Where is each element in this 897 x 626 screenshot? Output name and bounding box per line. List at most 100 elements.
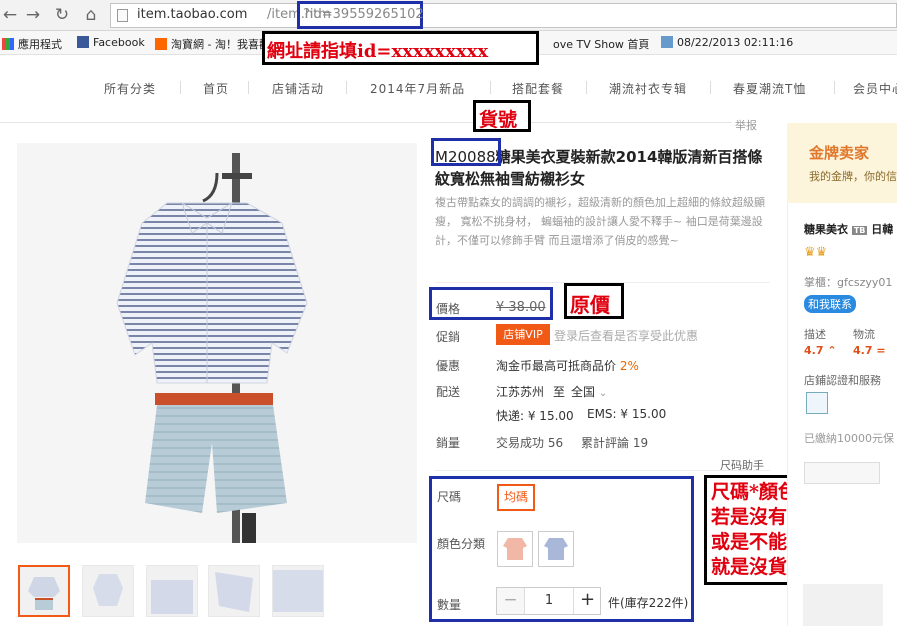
thumb-photo <box>215 572 253 612</box>
size-option-one-size[interactable]: 均碼 <box>497 484 535 511</box>
thumbnail-1[interactable] <box>18 565 70 617</box>
category-nav: 所有分类 首页 店铺活动 2014年7月新品 搭配套餐 潮流衬衣专辑 春夏潮流T… <box>0 72 897 102</box>
stock-count: 件(庫存222件) <box>608 596 689 610</box>
promo-label: 促銷 <box>436 330 461 344</box>
certificate-icon[interactable] <box>806 392 828 414</box>
shop-button[interactable] <box>804 462 880 484</box>
thumbnail-2[interactable] <box>82 565 134 617</box>
sales-count: 交易成功 56 <box>496 436 564 450</box>
arrow-right-icon[interactable]: → <box>23 5 43 25</box>
quantity-input[interactable]: 1 <box>525 588 573 614</box>
mail-icon <box>661 36 673 48</box>
bookmark-apps[interactable]: 應用程式 <box>2 36 62 52</box>
divider <box>435 470 770 471</box>
color-option-blue[interactable] <box>538 531 574 567</box>
browser-toolbar: ← → ↻ ⌂ item.taobao.com /item.htm <box>0 0 897 31</box>
report-link[interactable]: 举报 <box>732 117 760 133</box>
gold-seller-subtitle: 我的金牌，你的信賴 <box>809 170 897 183</box>
offer-label: 優惠 <box>436 359 461 373</box>
ems-fee: EMS: ¥ 15.00 <box>587 407 667 421</box>
thumb-photo <box>93 574 123 606</box>
home-icon[interactable]: ⌂ <box>81 5 101 25</box>
related-item-thumbnail[interactable] <box>803 584 883 626</box>
nav-item-shirts[interactable]: 潮流衬衣专辑 <box>609 80 687 97</box>
product-description: 複古帶點森女的調調的襯衫，超級清新的顏色加上超細的條紋超級顯瘦， 寬松不挑身材，… <box>435 196 765 247</box>
nav-item-activities[interactable]: 店铺活动 <box>272 80 324 97</box>
pink-shirt-icon <box>503 538 527 560</box>
arrow-left-icon[interactable]: ← <box>0 5 20 25</box>
tb-badge: TB <box>851 226 868 235</box>
shop-owner: 掌櫃：gfcszyy01 <box>804 276 893 289</box>
nav-divider <box>710 81 711 94</box>
url-host: item.taobao.com <box>137 7 248 22</box>
express-fee: 快递: ¥ 15.00 <box>496 409 574 423</box>
url-query: ?id=39559265102 <box>303 7 424 22</box>
quantity-label: 數量 <box>437 598 462 612</box>
logistics-score-label: 物流 <box>853 328 875 341</box>
quantity-stepper: − 1 + <box>496 587 601 615</box>
nav-item-tshirts[interactable]: 春夏潮流T恤 <box>733 80 806 97</box>
nav-divider <box>248 81 249 94</box>
original-price: ¥ 38.00 <box>496 300 546 315</box>
nav-divider <box>834 81 835 94</box>
url-annotation: 網址請指填id=xxxxxxxxx <box>262 31 539 65</box>
chevron-down-icon: ⌄ <box>598 388 608 399</box>
page-icon <box>117 9 128 22</box>
offer-text: 淘金币最高可抵商品价 2% <box>496 359 639 373</box>
crown-icon: ♛♛ <box>804 245 828 260</box>
code-highlight <box>431 138 501 166</box>
review-count[interactable]: 累計評論 19 <box>581 434 648 451</box>
thumb-photo <box>273 570 323 612</box>
nav-divider <box>180 81 181 94</box>
nav-item-home[interactable]: 首页 <box>203 80 229 97</box>
shipping-label: 配送 <box>436 385 461 399</box>
product-image[interactable] <box>17 143 417 543</box>
nav-divider <box>586 81 587 94</box>
bookmark-taobao[interactable]: 淘寶網 - 淘！我喜歡 <box>155 36 270 52</box>
gold-seller-banner <box>787 123 897 203</box>
code-annotation: 貨號 <box>473 100 531 132</box>
contact-button[interactable]: 和我联系 <box>804 295 856 313</box>
ship-to-select[interactable]: 全国 ⌄ <box>571 383 607 400</box>
thumb-photo <box>151 580 193 614</box>
nav-item-member[interactable]: 会员中心 <box>853 80 897 97</box>
url-query-highlight: ?id=39559265102 <box>297 1 424 29</box>
bookmark-facebook[interactable]: Facebook <box>77 36 145 49</box>
gold-seller-title: 金牌卖家 <box>809 144 870 162</box>
size-label: 尺碼 <box>437 490 462 504</box>
color-label: 顏色分類 <box>437 537 486 551</box>
facebook-icon <box>77 36 89 48</box>
apps-icon <box>2 38 14 50</box>
nav-item-all[interactable]: 所有分类 <box>104 80 156 97</box>
thumbnail-3[interactable] <box>146 565 198 617</box>
price-label: 價格 <box>436 302 461 316</box>
deposit-note: 已繳納10000元保 <box>804 432 894 445</box>
blue-shirt-icon <box>544 538 568 560</box>
logistics-score: 4.7 = <box>853 344 886 357</box>
quantity-plus-button[interactable]: + <box>573 588 601 614</box>
ship-to-word: 至 <box>553 385 566 399</box>
thumbnail-4[interactable] <box>208 565 260 617</box>
thumbnail-5[interactable] <box>272 565 324 617</box>
shop-name[interactable]: 糖果美衣 TB 日韓 <box>804 221 893 237</box>
reload-icon[interactable]: ↻ <box>52 5 72 25</box>
nav-item-combo[interactable]: 搭配套餐 <box>512 80 564 97</box>
offer-percent: 2% <box>619 359 639 373</box>
vip-badge[interactable]: 店铺VIP <box>496 324 550 345</box>
cert-label: 店鋪認證和服務 <box>804 374 881 387</box>
bookmark-date[interactable]: 08/22/2013 02:11:16 <box>661 36 793 49</box>
nav-divider <box>346 81 347 94</box>
address-bar[interactable]: item.taobao.com /item.htm <box>110 3 897 28</box>
taobao-icon <box>155 38 167 50</box>
quantity-minus-button[interactable]: − <box>497 588 525 614</box>
bookmark-tvshow[interactable]: ove TV Show 首頁 <box>553 36 649 52</box>
divider <box>0 122 760 123</box>
color-option-pink[interactable] <box>497 531 533 567</box>
sales-label: 銷量 <box>436 436 461 450</box>
vip-note[interactable]: 登录后查看是否享受此优惠 <box>554 327 698 344</box>
ship-from: 江苏苏州 <box>496 385 545 399</box>
nav-divider <box>490 81 491 94</box>
nav-item-new[interactable]: 2014年7月新品 <box>370 80 465 97</box>
desc-score-label: 描述 <box>804 328 826 341</box>
thumb-photo <box>28 577 60 610</box>
